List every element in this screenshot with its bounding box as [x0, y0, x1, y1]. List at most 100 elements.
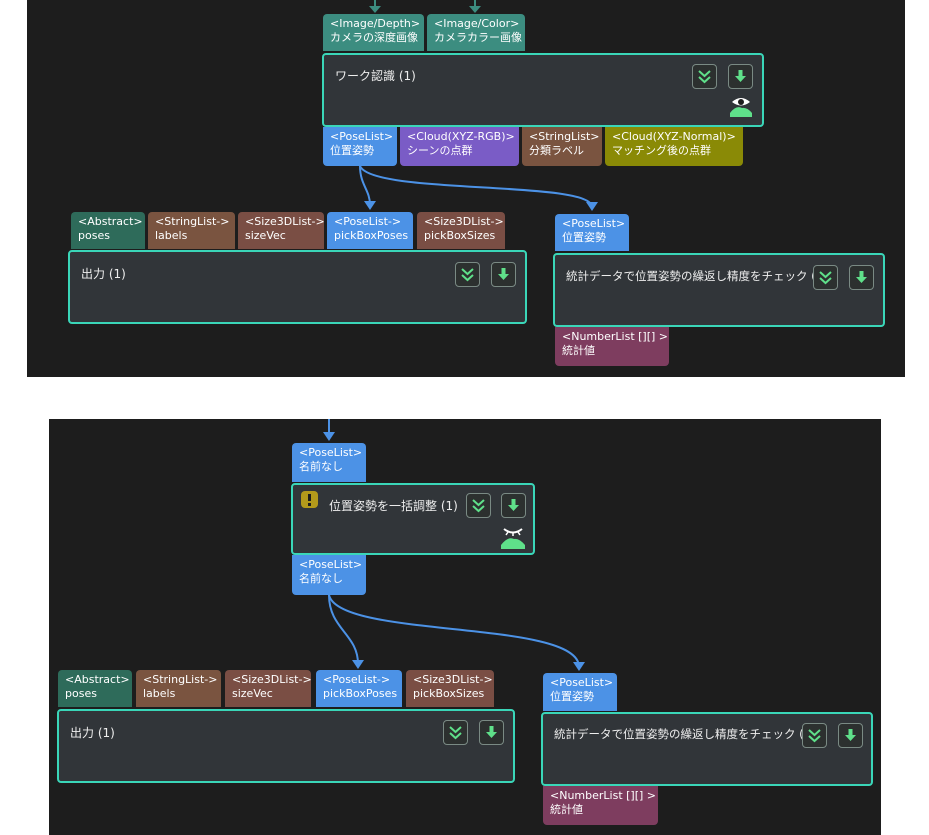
- node-title: 位置姿勢を一括調整 (1): [329, 499, 458, 513]
- node-output[interactable]: 出力 (1): [68, 250, 527, 324]
- download-button[interactable]: [491, 262, 516, 287]
- node-title: 出力 (1): [70, 726, 115, 740]
- output-port-cloud-normal[interactable]: <Cloud(XYZ-Normal)> マッチング後の点群: [605, 127, 743, 166]
- node-title: 統計データで位置姿勢の繰返し精度をチェック (1): [566, 269, 828, 283]
- input-port-labels[interactable]: <StringList-> labels: [136, 670, 221, 707]
- node-title: 出力 (1): [81, 267, 126, 281]
- collapse-button[interactable]: [802, 723, 827, 748]
- output-port-poselist[interactable]: <PoseList> 位置姿勢: [323, 127, 397, 166]
- port-type: <NumberList [][] >: [550, 789, 657, 802]
- input-port-pickboxsizes[interactable]: <Size3DList-> pickBoxSizes: [406, 670, 494, 707]
- port-name: カメラカラー画像: [434, 31, 522, 44]
- port-type: <StringList->: [143, 673, 218, 686]
- download-button[interactable]: [849, 265, 874, 290]
- port-name: 統計値: [550, 803, 583, 816]
- port-name: sizeVec: [245, 229, 286, 242]
- port-type: <PoseList->: [334, 215, 402, 228]
- node-title: 統計データで位置姿勢の繰返し精度をチェック (1): [554, 727, 816, 741]
- port-type: <Image/Depth>: [330, 17, 421, 30]
- input-port-poselist[interactable]: <PoseList> 位置姿勢: [555, 214, 629, 251]
- port-name: poses: [65, 687, 97, 700]
- input-port-color[interactable]: <Image/Color> カメラカラー画像: [427, 14, 525, 51]
- output-port-numberlist[interactable]: <NumberList [][] > 統計値: [543, 786, 658, 825]
- port-name: 名前なし: [299, 460, 343, 473]
- port-name: poses: [78, 229, 110, 242]
- download-button[interactable]: [838, 723, 863, 748]
- output-port-poselist[interactable]: <PoseList> 名前なし: [292, 555, 366, 595]
- collapse-icon: [698, 70, 711, 84]
- output-port-numberlist[interactable]: <NumberList [][] > 統計値: [555, 327, 669, 366]
- port-name: pickBoxPoses: [334, 229, 409, 242]
- port-name: labels: [155, 229, 188, 242]
- port-name: 位置姿勢: [550, 690, 594, 703]
- output-port-cloud-rgb[interactable]: <Cloud(XYZ-RGB)> シーンの点群: [400, 127, 519, 166]
- input-port-poselist[interactable]: <PoseList> 位置姿勢: [543, 673, 617, 711]
- input-port-poses[interactable]: <Abstract> poses: [71, 212, 145, 249]
- node-output[interactable]: 出力 (1): [57, 709, 515, 783]
- port-name: pickBoxSizes: [413, 687, 485, 700]
- port-name: labels: [143, 687, 176, 700]
- port-type: <PoseList>: [299, 446, 363, 459]
- download-button[interactable]: [501, 493, 526, 518]
- input-port-pickboxposes[interactable]: <PoseList-> pickBoxPoses: [316, 670, 402, 707]
- port-name: 位置姿勢: [562, 231, 606, 244]
- port-type: <Cloud(XYZ-RGB)>: [407, 130, 515, 143]
- download-icon: [845, 729, 856, 741]
- collapse-button[interactable]: [455, 262, 480, 287]
- collapse-button[interactable]: [443, 720, 468, 745]
- output-port-stringlist[interactable]: <StringList> 分類ラベル: [522, 127, 602, 166]
- node-batch-adjust[interactable]: 位置姿勢を一括調整 (1): [291, 483, 535, 555]
- port-type: <PoseList>: [550, 676, 614, 689]
- port-type: <PoseList->: [323, 673, 391, 686]
- port-type: <PoseList>: [562, 217, 626, 230]
- port-name: シーンの点群: [407, 144, 473, 157]
- collapse-icon: [449, 726, 462, 740]
- collapse-button[interactable]: [813, 265, 838, 290]
- graph-canvas-bottom[interactable]: <PoseList> 名前なし 位置姿勢を一括調整 (1) <PoseList>…: [49, 419, 881, 835]
- input-port-poses[interactable]: <Abstract> poses: [58, 670, 132, 707]
- port-type: <Abstract>: [78, 215, 143, 228]
- input-port-pickboxposes[interactable]: <PoseList-> pickBoxPoses: [327, 212, 413, 249]
- port-type: <Image/Color>: [434, 17, 520, 30]
- port-type: <Size3DList->: [245, 215, 324, 228]
- port-type: <Size3DList->: [413, 673, 493, 686]
- download-icon: [486, 726, 497, 738]
- input-port-poselist[interactable]: <PoseList> 名前なし: [292, 443, 366, 482]
- download-button[interactable]: [728, 64, 753, 89]
- port-type: <Size3DList->: [232, 673, 311, 686]
- node-title: ワーク認識 (1): [335, 69, 416, 83]
- eye-icon[interactable]: [728, 95, 754, 119]
- port-name: 分類ラベル: [529, 144, 584, 157]
- collapse-button[interactable]: [466, 493, 491, 518]
- input-port-pickboxsizes[interactable]: <Size3DList-> pickBoxSizes: [417, 212, 505, 249]
- collapse-icon: [808, 729, 821, 743]
- port-name: pickBoxSizes: [424, 229, 496, 242]
- node-repeatability-check[interactable]: 統計データで位置姿勢の繰返し精度をチェック (1): [541, 712, 873, 786]
- input-port-sizevec[interactable]: <Size3DList-> sizeVec: [238, 212, 324, 249]
- port-type: <NumberList [][] >: [562, 330, 669, 343]
- port-name: pickBoxPoses: [323, 687, 398, 700]
- warning-icon[interactable]: [301, 491, 318, 508]
- port-name: 位置姿勢: [330, 144, 374, 157]
- port-name: カメラの深度画像: [330, 31, 418, 44]
- download-icon: [735, 70, 746, 82]
- collapse-button[interactable]: [692, 64, 717, 89]
- collapse-icon: [819, 271, 832, 285]
- eye-closed-icon[interactable]: [499, 525, 527, 549]
- download-button[interactable]: [479, 720, 504, 745]
- port-type: <StringList>: [529, 130, 600, 143]
- download-icon: [508, 499, 519, 511]
- port-type: <Size3DList->: [424, 215, 504, 228]
- port-name: sizeVec: [232, 687, 273, 700]
- graph-canvas-top[interactable]: <Image/Depth> カメラの深度画像 <Image/Color> カメラ…: [27, 0, 905, 377]
- port-type: <PoseList>: [299, 558, 363, 571]
- port-type: <PoseList>: [330, 130, 394, 143]
- input-port-labels[interactable]: <StringList-> labels: [148, 212, 235, 249]
- node-repeatability-check[interactable]: 統計データで位置姿勢の繰返し精度をチェック (1): [553, 253, 885, 327]
- node-work-recognition[interactable]: ワーク認識 (1): [322, 53, 764, 127]
- port-name: マッチング後の点群: [612, 144, 711, 157]
- input-port-depth[interactable]: <Image/Depth> カメラの深度画像: [323, 14, 424, 51]
- port-type: <StringList->: [155, 215, 230, 228]
- port-type: <Abstract>: [65, 673, 130, 686]
- input-port-sizevec[interactable]: <Size3DList-> sizeVec: [225, 670, 311, 707]
